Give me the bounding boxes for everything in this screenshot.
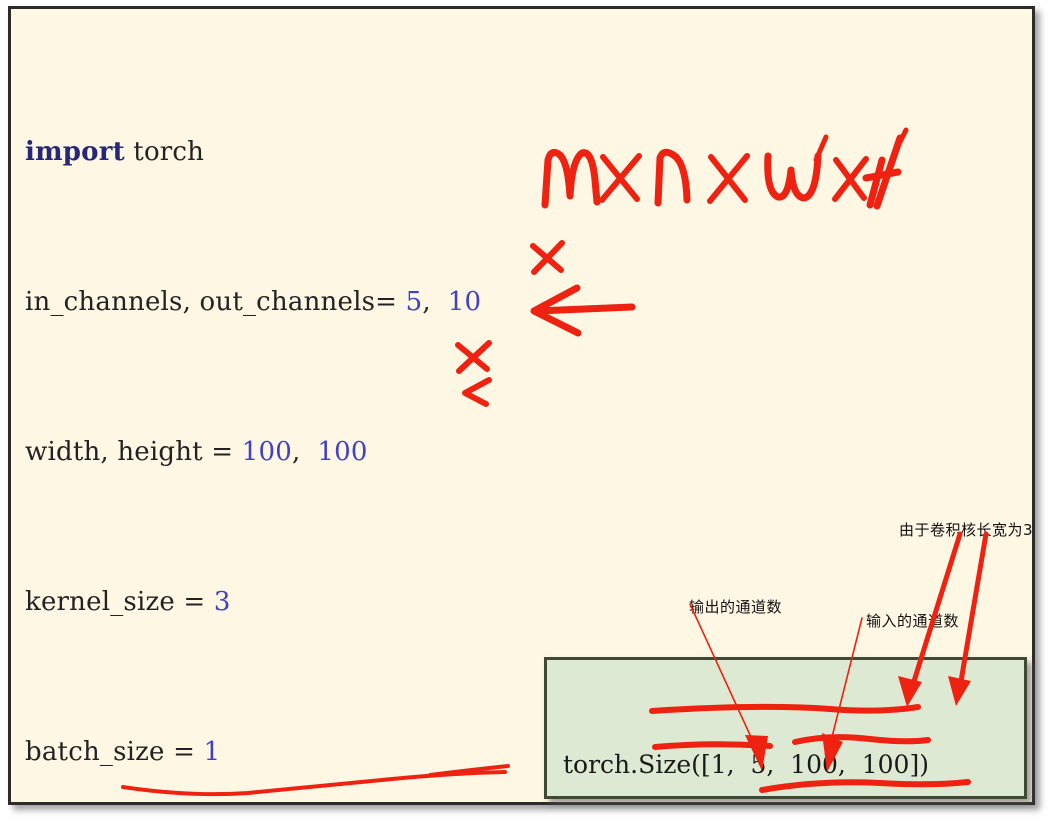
module-torch: torch [124,136,205,167]
value-separator-2: , [291,436,318,467]
value-out-channels: 10 [447,286,482,317]
code-line-1: import torch [25,134,606,172]
annotation-in-channels-note: 输入的通道数 [866,612,960,630]
value-batch-size: 1 [203,736,221,767]
output-listing: torch.Size([1, 5, 100, 100]) torch.Size(… [563,670,929,796]
assign-kernel-lhs: kernel_size = [25,586,214,617]
code-line-5: batch_size = 1 [25,734,606,772]
assign-batch-lhs: batch_size = [25,736,204,767]
value-width: 100 [241,436,292,467]
annotation-kernel-note: 由于卷积核长宽为3*3 [899,521,1034,539]
code-line-2: in_channels, out_channels= 5, 10 [25,284,606,322]
code-line-4: kernel_size = 3 [25,584,606,622]
value-separator-1: , [422,286,448,317]
value-in-channels: 5 [405,286,423,317]
output-box: torch.Size([1, 5, 100, 100]) torch.Size(… [544,657,1027,799]
screenshot-root: import torch in_channels, out_channels= … [0,0,1055,821]
value-height: 100 [317,436,368,467]
output-line-1: torch.Size([1, 5, 100, 100]) [563,750,929,779]
value-kernel-size: 3 [213,586,231,617]
code-line-3: width, height = 100, 100 [25,434,606,472]
annotation-out-channels-note: 输出的通道数 [689,598,783,616]
assign-channels-lhs: in_channels, out_channels= [25,286,406,317]
code-listing: import torch in_channels, out_channels= … [25,21,606,802]
keyword-import: import [25,136,125,167]
assign-wh-lhs: width, height = [25,436,242,467]
